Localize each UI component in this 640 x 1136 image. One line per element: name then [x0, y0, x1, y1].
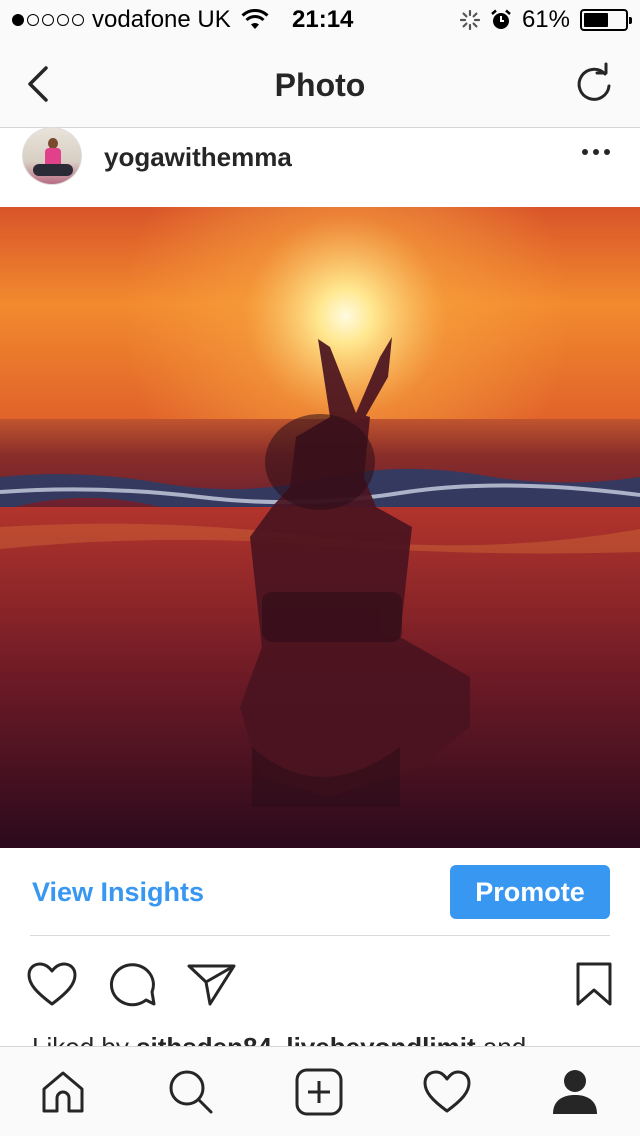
status-bar: vodafone UK 21:14 61% [0, 0, 640, 40]
battery-percentage: 61% [521, 6, 570, 33]
direct-share-icon[interactable] [186, 960, 238, 1010]
more-options-icon[interactable] [582, 149, 610, 155]
navigation-bar: Photo [0, 40, 640, 128]
heart-icon[interactable] [422, 1067, 472, 1117]
promote-button[interactable]: Promote [450, 865, 610, 919]
bookmark-icon[interactable] [574, 960, 614, 1010]
divider [30, 935, 610, 936]
profile-icon[interactable] [550, 1067, 600, 1117]
carrier-name: vodafone UK [92, 6, 231, 33]
page-title: Photo [274, 67, 366, 103]
alarm-clock-icon [491, 9, 511, 29]
add-post-icon[interactable] [294, 1067, 344, 1117]
wifi-icon [241, 9, 269, 29]
post-photo[interactable] [0, 207, 640, 848]
insights-row: View Insights Promote [0, 848, 640, 936]
signal-strength-icon [12, 14, 84, 26]
battery-icon [580, 9, 632, 31]
comment-icon[interactable] [106, 960, 158, 1010]
heart-icon[interactable] [26, 960, 78, 1010]
activity-spinner-icon [459, 10, 480, 30]
search-icon[interactable] [166, 1067, 216, 1117]
username[interactable]: yogawithemma [104, 142, 292, 173]
tab-bar [0, 1046, 640, 1136]
post-header: yogawithemma [0, 127, 640, 207]
home-icon[interactable] [38, 1067, 88, 1117]
avatar[interactable] [22, 127, 82, 185]
post-actions [0, 960, 640, 1016]
clock: 21:14 [292, 6, 354, 33]
view-insights-link[interactable]: View Insights [32, 877, 204, 908]
refresh-icon[interactable] [574, 62, 614, 104]
